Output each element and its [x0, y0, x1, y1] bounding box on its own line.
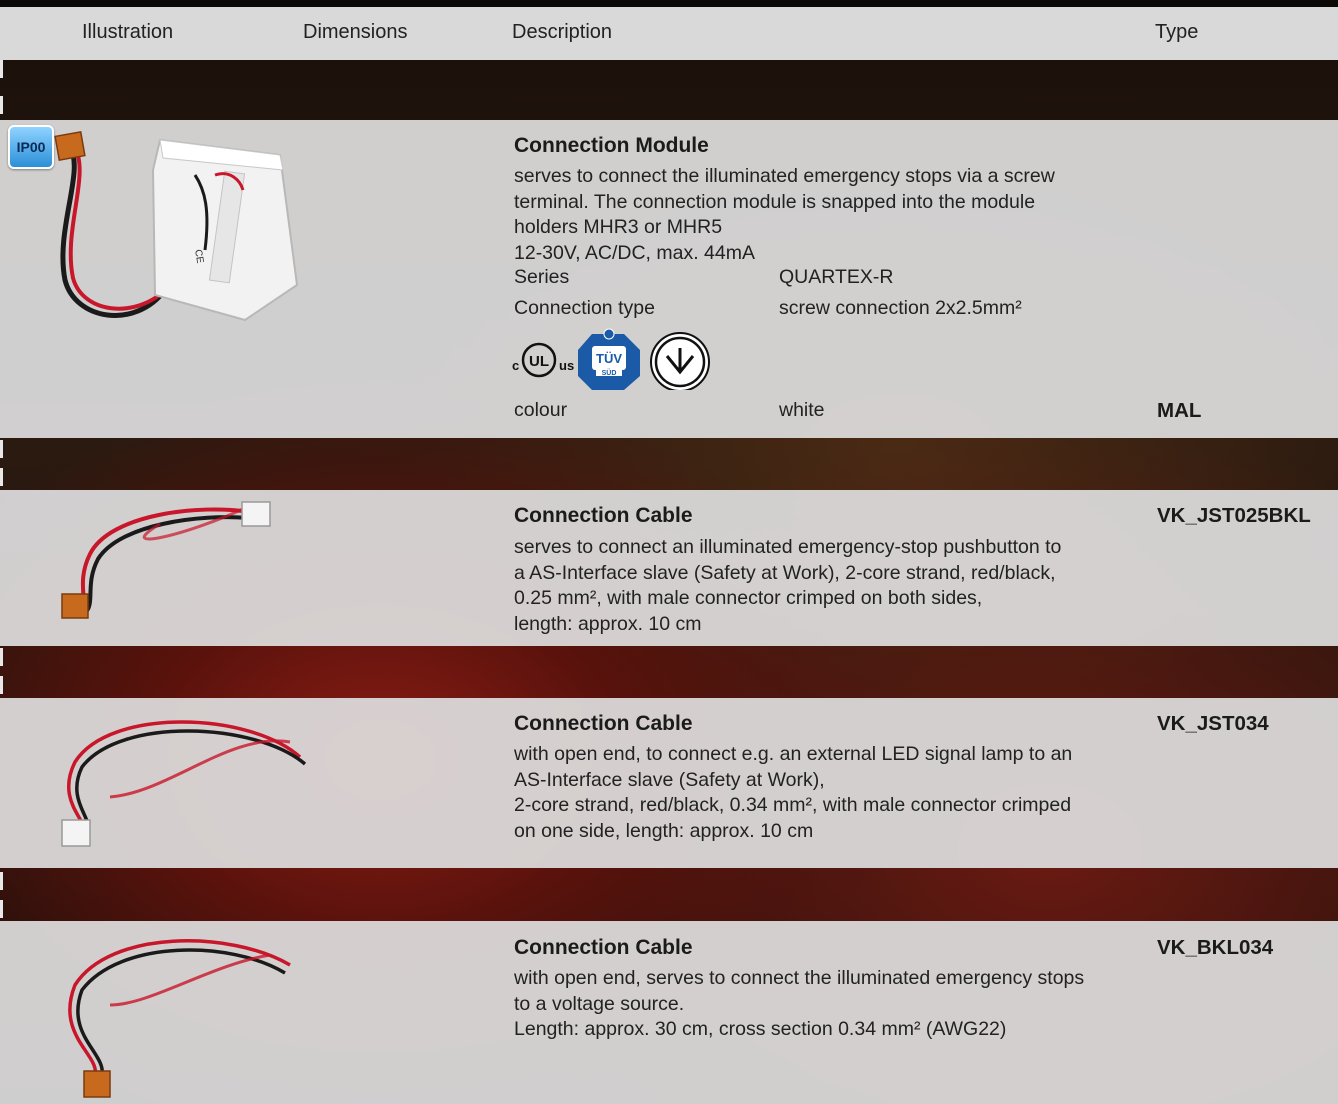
description-line: with open end, serves to connect the ill… [514, 967, 1085, 989]
eac-conformity-icon [650, 332, 710, 390]
orange-connector-icon [83, 1070, 111, 1098]
series-value: QUARTEX-R [779, 266, 894, 288]
colour-value: white [779, 399, 825, 421]
svg-text:UL: UL [529, 353, 549, 370]
header-illustration: Illustration [82, 21, 174, 43]
description-line: Length: approx. 30 cm, cross section 0.3… [514, 1018, 1007, 1040]
description-line: serves to connect an illuminated emergen… [514, 536, 1062, 558]
product-type-code: VK_JST025BKL [1157, 504, 1311, 527]
product-description: with open end, to connect e.g. an extern… [514, 742, 1144, 844]
description-line: serves to connect the illuminated emerge… [514, 165, 1055, 187]
product-type-code: VK_JST034 [1157, 712, 1269, 735]
series-label: Series [514, 266, 570, 288]
description-line: 2-core strand, red/black, 0.34 mm², with… [514, 794, 1072, 816]
tuv-sud-certification-icon: TÜV SÜD [578, 328, 640, 390]
top-border [0, 0, 1338, 7]
product-title: Connection Cable [514, 504, 693, 527]
svg-text:SÜD: SÜD [602, 368, 617, 377]
white-connector-icon [241, 501, 271, 527]
connection-type-label: Connection type [514, 297, 655, 319]
description-line: 12-30V, AC/DC, max. 44mA [514, 241, 755, 264]
product-title: Connection Cable [514, 712, 693, 735]
product-description: serves to connect an illuminated emergen… [514, 535, 1144, 637]
product-title: Connection Cable [514, 936, 693, 959]
product-title: Connection Module [514, 134, 709, 157]
svg-text:TÜV: TÜV [596, 351, 622, 366]
connection-type-value: screw connection 2x2.5mm² [779, 297, 1022, 319]
svg-text:c: c [512, 358, 519, 373]
header-dimensions: Dimensions [303, 21, 408, 43]
connection-cable-image [61, 720, 307, 847]
edge-tick [0, 96, 3, 114]
orange-connector-icon [61, 593, 89, 619]
description-line: terminal. The connection module is snapp… [514, 190, 1036, 213]
product-description: with open end, serves to connect the ill… [514, 966, 1144, 1043]
product-type-code: MAL [1157, 399, 1202, 422]
description-line: holders MHR3 or MHR5 [514, 216, 723, 238]
edge-tick [0, 900, 3, 918]
description-line: length: approx. 10 cm [514, 612, 702, 635]
description-line: to a voltage source. [514, 992, 685, 1015]
connection-module-image: CE [54, 131, 299, 322]
description-line: AS-Interface slave (Safety at Work), [514, 768, 825, 791]
colour-label: colour [514, 399, 568, 421]
connection-cable-image [61, 501, 271, 619]
product-description: serves to connect the illuminated emerge… [514, 164, 1144, 266]
description-line: a AS-Interface slave (Safety at Work), 2… [514, 561, 1056, 584]
svg-text:us: us [559, 358, 574, 373]
description-line: 0.25 mm², with male connector crimped on… [514, 587, 983, 609]
edge-tick [0, 648, 3, 666]
description-line: on one side, length: approx. 10 cm [514, 819, 814, 842]
product-type-code: VK_BKL034 [1157, 936, 1274, 959]
edge-tick [0, 440, 3, 458]
table-header: Illustration Dimensions Description Type [0, 7, 1338, 60]
ul-certification-icon: c UL us [512, 342, 574, 378]
white-connector-icon [61, 819, 91, 847]
header-type: Type [1155, 21, 1199, 43]
connection-cable-image [68, 939, 291, 1098]
edge-tick [0, 872, 3, 890]
description-line: with open end, to connect e.g. an extern… [514, 743, 1073, 765]
edge-tick [0, 676, 3, 694]
edge-tick [0, 60, 3, 78]
certification-logos: c UL us TÜV SÜD [512, 328, 710, 390]
header-description: Description [512, 21, 613, 43]
edge-tick [0, 468, 3, 486]
